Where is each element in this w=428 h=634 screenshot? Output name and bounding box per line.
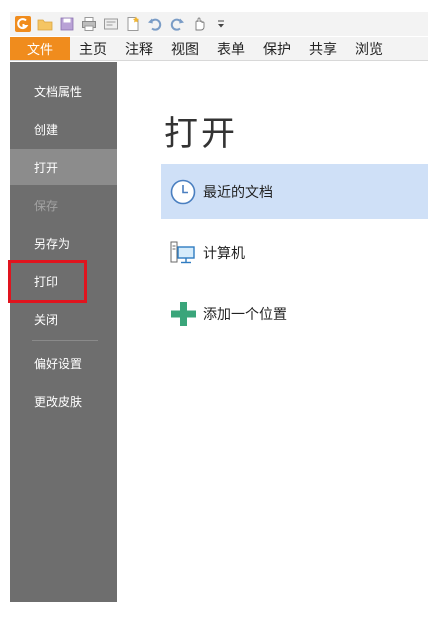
new-icon[interactable] — [124, 15, 142, 33]
app-logo-icon[interactable] — [14, 15, 32, 33]
open-panel: 打开 最近的文档 计算机 添加一个位置 — [117, 62, 428, 634]
file-menu-sidebar: 文档属性 创建 打开 保存 另存为 打印 关闭 偏好设置 更改皮肤 — [10, 62, 117, 602]
page-title: 打开 — [164, 114, 238, 154]
ribbon-tab-bar: 文件 主页 注释 视图 表单 保护 共享 浏览 — [10, 37, 428, 61]
tab-protect[interactable]: 保护 — [254, 37, 300, 60]
hand-tool-icon[interactable] — [190, 15, 208, 33]
tab-home[interactable]: 主页 — [70, 37, 116, 60]
plus-icon — [169, 300, 197, 328]
sidebar-item-save-as[interactable]: 另存为 — [10, 225, 117, 261]
tab-browse[interactable]: 浏览 — [346, 37, 392, 60]
open-option-computer[interactable]: 计算机 — [161, 225, 428, 280]
open-option-label: 添加一个位置 — [203, 306, 287, 323]
open-folder-icon[interactable] — [36, 15, 54, 33]
sidebar-divider — [32, 340, 98, 341]
tab-comment[interactable]: 注释 — [116, 37, 162, 60]
clock-icon — [169, 178, 197, 206]
undo-icon[interactable] — [146, 15, 164, 33]
tab-share[interactable]: 共享 — [300, 37, 346, 60]
redo-icon[interactable] — [168, 15, 186, 33]
scan-icon[interactable] — [102, 15, 120, 33]
open-option-label: 最近的文档 — [203, 184, 273, 201]
tab-view[interactable]: 视图 — [162, 37, 208, 60]
sidebar-item-open[interactable]: 打开 — [10, 149, 117, 185]
customize-dropdown-icon[interactable] — [212, 15, 230, 33]
print-highlight-box — [8, 260, 87, 303]
quick-access-toolbar — [10, 12, 428, 36]
open-option-label: 计算机 — [203, 245, 245, 262]
sidebar-item-close[interactable]: 关闭 — [10, 301, 117, 337]
open-option-add-place[interactable]: 添加一个位置 — [161, 286, 428, 341]
print-icon[interactable] — [80, 15, 98, 33]
save-icon[interactable] — [58, 15, 76, 33]
sidebar-item-create[interactable]: 创建 — [10, 111, 117, 147]
sidebar-item-change-skin[interactable]: 更改皮肤 — [10, 383, 117, 419]
tab-form[interactable]: 表单 — [208, 37, 254, 60]
open-option-recent-documents[interactable]: 最近的文档 — [161, 164, 428, 219]
sidebar-item-document-properties[interactable]: 文档属性 — [10, 73, 117, 109]
sidebar-item-preferences[interactable]: 偏好设置 — [10, 345, 117, 381]
sidebar-item-save: 保存 — [34, 198, 59, 213]
computer-icon — [169, 239, 197, 267]
tab-file[interactable]: 文件 — [10, 37, 70, 60]
